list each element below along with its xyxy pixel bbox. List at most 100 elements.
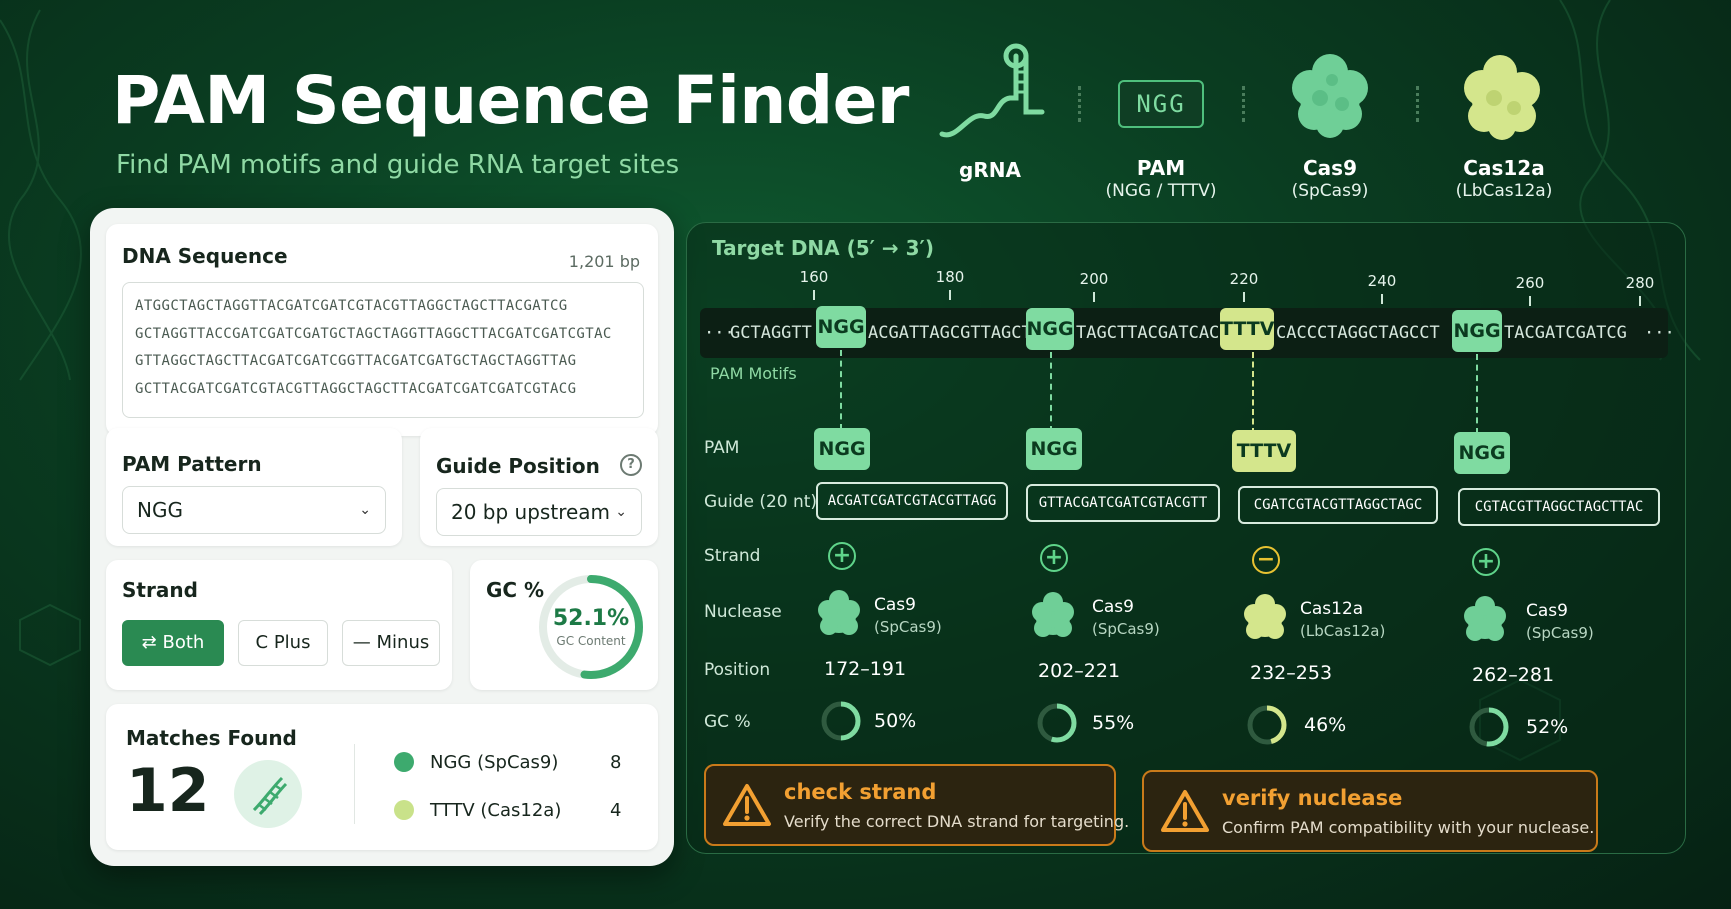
site-3-gc-ring [1247,705,1287,745]
guide-position-select[interactable]: 20 bp upstream ⌄ [436,488,642,536]
strand-plus-button[interactable]: C Plus [238,620,328,666]
sequence-line: GCTAGGTTACCGATCGATCGATGCTAGCTAGGTTAGGCTT… [135,325,612,342]
sequence-pam-ngg[interactable]: NGG [1026,308,1074,350]
warning-check-strand: check strand Verify the correct DNA stra… [704,764,1129,846]
ruler-tick [1243,292,1245,302]
ruler-tick [1381,294,1383,304]
strand-title: Strand [122,578,198,602]
pam-motifs-label: PAM Motifs [710,364,797,383]
row-label-nuclease: Nuclease [704,602,782,622]
sequence-segment: CACCCTAGGCTAGCCT [1276,323,1440,343]
cas9-protein-icon [1464,596,1506,641]
ruler-tick-label: 220 [1229,270,1259,288]
legend-divider [1078,86,1081,122]
pam-connector [840,350,842,430]
site-3-nuclease: Cas12a [1300,599,1364,619]
ruler-tick [1639,296,1641,306]
site-3-guide[interactable]: CGATCGTACGTTAGGCTAGC [1238,486,1438,524]
site-2-gc: 55% [1092,712,1135,734]
guide-position-title: Guide Position [436,454,600,478]
sequence-pam-ngg[interactable]: NGG [1452,310,1502,352]
pam-pattern-select[interactable]: NGG ⌄ [122,486,386,534]
legend-pam-label: PAM [1136,156,1186,180]
chevron-down-icon: ⌄ [615,504,627,520]
site-1-pam[interactable]: NGG [814,428,870,470]
sequence-line: ATGGCTAGCTAGGTTACGATCGATCGTACGTTAGGCTAGC… [135,298,568,314]
minus-strand-icon: — [352,632,371,653]
row-label-strand: Strand [704,546,761,566]
ruler-tick-label: 180 [935,268,965,286]
dna-helix-icon [234,760,302,828]
pam-connector [1252,352,1254,434]
site-1-gc-ring [821,701,861,741]
sequence-pam-tttv[interactable]: TTTV [1220,308,1274,350]
pam-connector [1476,354,1478,434]
swap-arrows-icon: ⇄ [141,632,157,653]
legend-cas9-sub: (SpCas9) [1291,181,1369,201]
target-dna-title: Target DNA (5′ → 3′) [712,236,934,260]
legend-cas12a-sub: (LbCas12a) [1455,181,1553,201]
warning-triangle-icon [1161,790,1209,832]
site-4-position: 262–281 [1472,664,1555,686]
site-3-position: 232–253 [1250,662,1333,684]
site-2-pam[interactable]: NGG [1026,428,1082,470]
site-2-position: 202–221 [1038,660,1121,682]
sequence-segment: GCTAGGTT [730,323,812,343]
pam-badge-icon: NGG [1118,80,1204,128]
legend-cas9: Cas9 (SpCas9) [1264,156,1396,202]
site-4-pam[interactable]: NGG [1454,432,1510,474]
tttv-dot-icon [394,800,414,820]
sequence-segment: TACGATCGATCG [1504,323,1627,343]
sequence-line: GCTTACGATCGATCGTACGTTAGGCTAGCTTACGATCGAT… [135,380,577,397]
legend-divider [1416,86,1419,122]
dna-sequence-section: DNA Sequence 1,201 bp ATGGCTAGCTAGGTTACG… [106,224,658,436]
sequence-segment: TAGCTTACGATCAC [1076,323,1220,343]
site-2-guide[interactable]: GTTACGATCGATCGTACGTT [1026,484,1220,522]
cas9-protein-icon [818,590,860,635]
warning-triangle-icon [723,784,771,826]
warning-verify-nuclease: verify nuclease Confirm PAM compatibilit… [1142,770,1598,852]
row-label-position: Position [704,660,771,680]
ruler-tick [949,290,951,300]
gc-caption: GC Content [556,634,626,648]
dna-sequence-input[interactable]: ATGGCTAGCTAGGTTACGATCGATCGTACGTTAGGCTAGC… [122,282,644,418]
gc-content-section: GC % 52.1% GC Content [470,560,658,690]
site-1-guide[interactable]: ACGATCGATCGTACGTTAGG [816,482,1008,520]
matches-section: Matches Found 12 NGG (SpCas9) 8 TTTV (Ca… [106,704,658,850]
gc-value: 52.1% [552,606,630,631]
sequence-segment: ACGATTAGCGTTAGCT [868,323,1032,343]
strand-section: Strand ⇄ Both C Plus — Minus [106,560,452,690]
site-1-nuclease: Cas9 [874,595,916,615]
cas12a-protein-icon [1464,55,1540,140]
site-2-nuclease-sub: (SpCas9) [1092,620,1160,638]
strand-minus-label: Minus [376,632,430,653]
pam-pattern-section: PAM Pattern NGG ⌄ [106,428,402,546]
ruler-tick [1093,292,1095,302]
grna-hairpin-icon [939,43,1045,138]
row-label-pam: PAM [704,438,740,458]
strand-plus-label: Plus [273,632,311,653]
cas9-protein-icon [1032,592,1074,637]
pam-pattern-value: NGG [137,498,183,522]
ruler-tick-label: 240 [1367,272,1397,290]
ruler-tick [1529,296,1531,306]
strand-both-button[interactable]: ⇄ Both [122,620,224,666]
site-2-nuclease: Cas9 [1092,597,1134,617]
strand-minus-button[interactable]: — Minus [342,620,440,666]
warning-title: check strand [784,780,937,804]
ruler-tick-label: 280 [1625,274,1655,292]
tttv-match-count: 4 [610,800,622,821]
question-circle-icon[interactable]: ? [620,454,642,476]
site-3-pam[interactable]: TTTV [1232,430,1296,472]
ngg-match-label: NGG (SpCas9) [430,752,559,773]
warning-text: Confirm PAM compatibility with your nucl… [1222,818,1595,837]
site-4-guide[interactable]: CGTACGTTAGGCTAGCTTAC [1458,488,1660,526]
row-label-gc: GC % [704,712,751,732]
row-label-guide: Guide (20 nt) [704,492,818,512]
legend-divider [1242,86,1245,122]
sequence-pam-ngg[interactable]: NGG [816,306,866,348]
legend-cas12a: Cas12a (LbCas12a) [1432,156,1576,202]
site-4-gc-ring [1469,707,1509,747]
plus-strand-icon: C [255,632,269,653]
sequence-length: 1,201 bp [568,252,640,271]
